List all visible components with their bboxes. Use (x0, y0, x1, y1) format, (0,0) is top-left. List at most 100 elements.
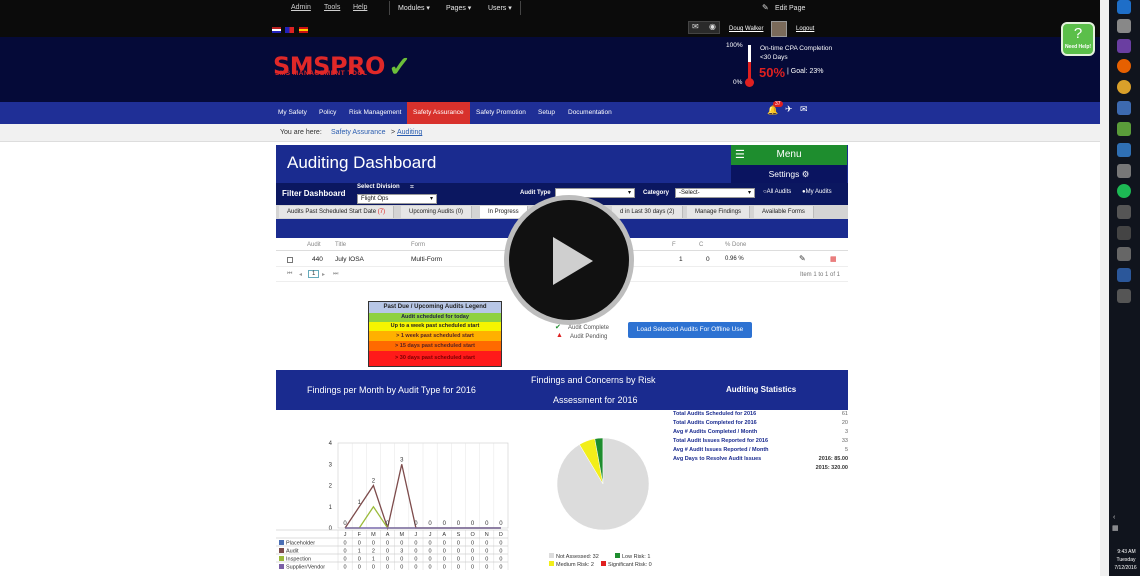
audit-type-label: Audit Type (520, 190, 551, 196)
table-cell: 0 (372, 565, 375, 571)
tray-chevron-icon[interactable]: ‹ (1113, 514, 1115, 521)
nav-my-safety[interactable]: My Safety (278, 102, 307, 124)
division-select[interactable]: Flight Ops ▾ (357, 194, 437, 204)
envelope-icon[interactable]: ✉ (800, 104, 808, 115)
visual-studio-icon[interactable] (1117, 39, 1131, 53)
delete-icon[interactable]: ▦ (830, 255, 837, 263)
offline-audits-button[interactable]: Load Selected Audits For Offline Use (628, 322, 752, 338)
clock-time[interactable]: 9:43 AM (1113, 549, 1140, 555)
x-tick-label: F (358, 532, 362, 538)
table-cell: 0 (485, 541, 488, 547)
us-flag-icon[interactable] (272, 27, 281, 33)
nav-setup[interactable]: Setup (538, 102, 555, 124)
divider (389, 1, 390, 15)
word-icon[interactable] (1117, 268, 1131, 282)
tray-icons[interactable]: ▦ (1112, 524, 1119, 532)
col-audit[interactable]: Audit (307, 242, 321, 248)
last-page-icon[interactable]: ⏭ (333, 271, 338, 278)
table-cell: 0 (443, 557, 446, 563)
stat-label: Avg # Audit Issues Reported / Month (673, 447, 769, 453)
avatar[interactable] (771, 21, 787, 37)
menu-button[interactable]: ☰ Menu (731, 145, 847, 165)
col-form[interactable]: Form (411, 242, 425, 248)
legend-label: Placeholder (286, 541, 315, 547)
modules-menu[interactable]: Modules ▾ (398, 4, 430, 12)
tab-completed-30-days[interactable]: d in Last 30 days (2) (612, 206, 684, 218)
edit-page-link[interactable]: Edit Page (775, 5, 805, 12)
logout-link[interactable]: Logout (796, 26, 814, 32)
nav-safety-promotion[interactable]: Safety Promotion (476, 102, 526, 124)
firefox-icon[interactable] (1117, 59, 1131, 73)
tab-manage-findings[interactable]: Manage Findings (687, 206, 751, 218)
plane-icon[interactable]: ✈ (785, 104, 793, 115)
explorer-icon[interactable] (1117, 19, 1131, 33)
pages-menu[interactable]: Pages ▾ (446, 4, 471, 12)
mail-icon[interactable]: ✉ (692, 22, 699, 31)
edit-icon[interactable]: ✎ (799, 254, 806, 263)
stat-value: 2016: 85.00 (818, 456, 848, 462)
scrollbar[interactable] (1100, 0, 1109, 576)
table-cell: 0 (499, 549, 502, 555)
col-title[interactable]: Title (335, 242, 346, 248)
division-label: Select Division (357, 184, 400, 190)
user-name-link[interactable]: Doug Walker (729, 26, 763, 32)
app-icon[interactable] (1117, 289, 1131, 303)
cell-title[interactable]: July IOSA (335, 256, 364, 263)
category-select[interactable]: -Select- ▾ (675, 188, 755, 198)
app-icon[interactable] (1117, 226, 1131, 240)
breadcrumb-parent-link[interactable]: Safety Assurance (331, 129, 385, 136)
page-number[interactable]: 1 (308, 270, 320, 278)
x-tick-label: S (457, 532, 461, 538)
app-icon[interactable] (1117, 247, 1131, 261)
settings-button[interactable]: Settings ⚙ (731, 165, 847, 183)
users-menu[interactable]: Users ▾ (488, 4, 512, 12)
tab-past-scheduled[interactable]: Audits Past Scheduled Start Date (7) (279, 206, 395, 218)
help-link[interactable]: Help (353, 4, 367, 11)
app-icon[interactable] (1117, 101, 1131, 115)
chat-icon[interactable]: ◉ (709, 22, 716, 31)
warning-icon: ▲ (556, 332, 563, 339)
nav-documentation[interactable]: Documentation (568, 102, 612, 124)
tab-available-forms[interactable]: Available Forms (754, 206, 814, 218)
legend-row-1week: > 1 week past scheduled start (369, 331, 501, 341)
table-cell: 0 (457, 549, 460, 555)
col-c[interactable]: C (699, 242, 703, 248)
legend-swatch (279, 540, 284, 545)
app-icon[interactable] (1117, 205, 1131, 219)
table-cell: 0 (429, 565, 432, 571)
next-page-icon[interactable]: ▸ (322, 271, 325, 278)
admin-link[interactable]: Admin (291, 4, 311, 11)
my-audits-radio[interactable]: ●My Audits (802, 189, 832, 195)
tools-link[interactable]: Tools (324, 4, 340, 11)
spain-flag-icon[interactable] (299, 27, 308, 33)
hierarchy-icon[interactable]: ⌗ (410, 184, 414, 192)
nav-policy[interactable]: Policy (319, 102, 336, 124)
nav-risk-management[interactable]: Risk Management (349, 102, 401, 124)
tab-upcoming[interactable]: Upcoming Audits (0) (401, 206, 473, 218)
list-icon: ☰ (735, 149, 745, 161)
uk-flag-icon[interactable] (285, 27, 294, 33)
row-checkbox[interactable] (287, 257, 293, 263)
col-f[interactable]: F (672, 242, 676, 248)
app-icon[interactable] (1117, 143, 1131, 157)
table-cell: 0 (499, 541, 502, 547)
chrome-icon[interactable] (1117, 80, 1131, 94)
prev-page-icon[interactable]: ◂ (299, 271, 302, 278)
edge-icon[interactable] (1117, 0, 1131, 14)
app-icon[interactable] (1117, 122, 1131, 136)
pie-legend-label: Significant Risk: 0 (608, 562, 652, 568)
cell-c: 0 (706, 256, 710, 263)
need-help-button[interactable]: ? Need Help! (1061, 22, 1095, 56)
menu-label: Menu (776, 149, 802, 160)
cpa-goal: | Goal: 23% (787, 68, 824, 75)
division-value: Flight Ops (361, 196, 389, 202)
spotify-icon[interactable] (1117, 184, 1131, 198)
audit-pending-label: Audit Pending (570, 334, 608, 340)
breadcrumb-current[interactable]: Auditing (397, 129, 422, 136)
first-page-icon[interactable]: ⏮ (287, 271, 292, 278)
col-done[interactable]: % Done (725, 242, 746, 248)
all-audits-radio[interactable]: ○All Audits (763, 189, 791, 195)
app-icon[interactable] (1117, 164, 1131, 178)
stat-row: Total Audit Issues Reported for 2016 33 (673, 438, 848, 447)
nav-safety-assurance[interactable]: Safety Assurance (407, 102, 470, 124)
